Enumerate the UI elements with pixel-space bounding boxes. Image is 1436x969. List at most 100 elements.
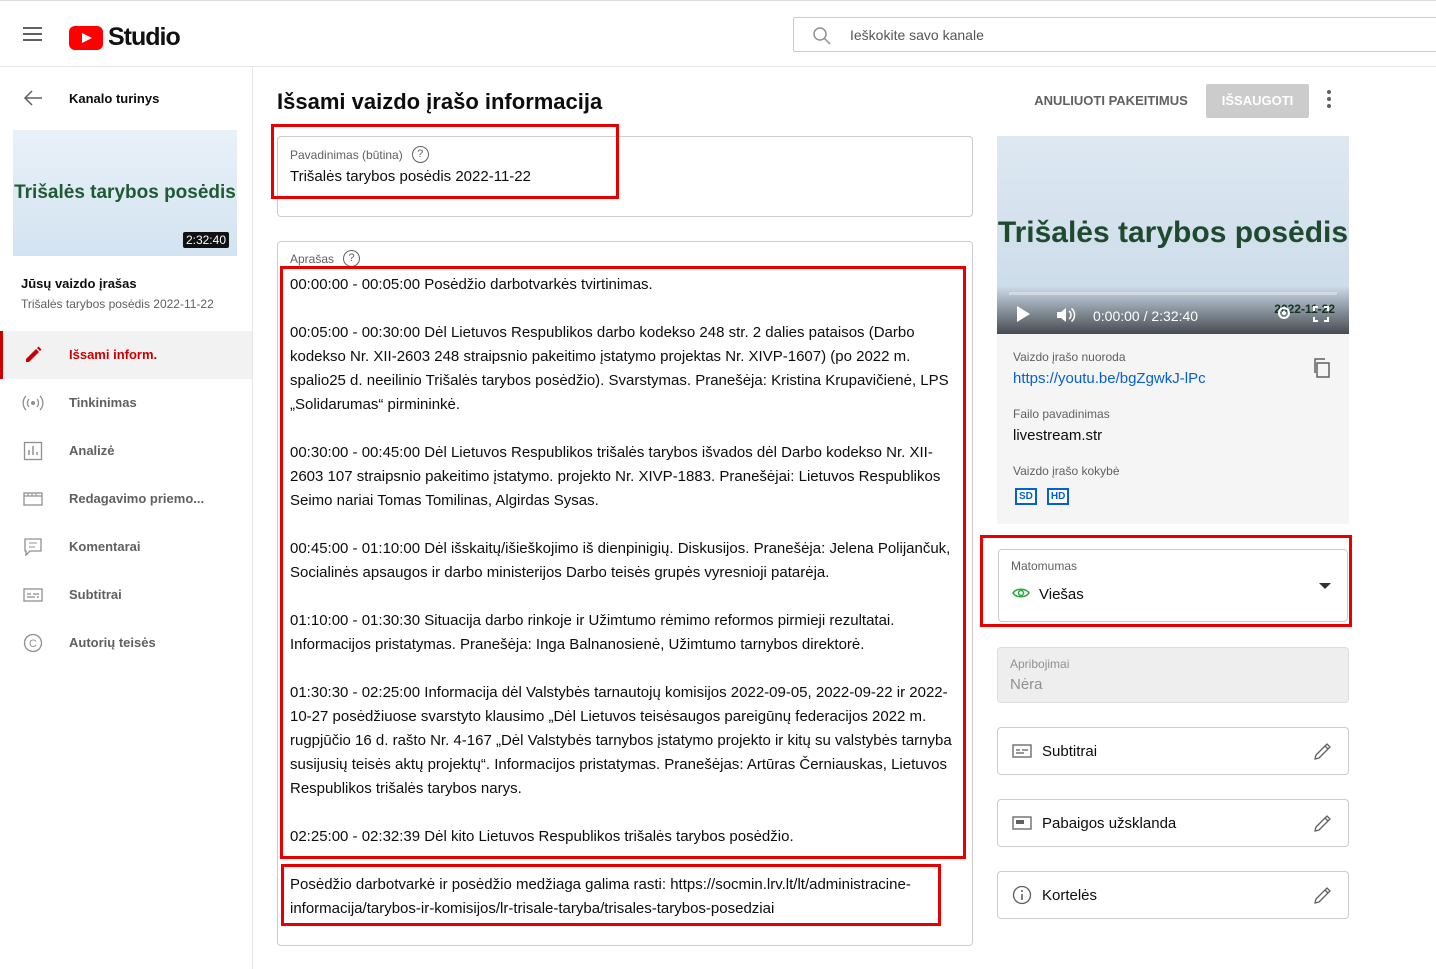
description-field-label: Aprašas ? [290,250,361,267]
sidebar-item-label: Komentarai [69,539,141,554]
edit-pencil-icon[interactable] [1312,884,1334,906]
svg-text:C: C [29,638,37,650]
help-icon[interactable]: ? [411,146,429,163]
pencil-icon [26,346,42,362]
sidebar-nav: Išsami inform. Tinkinimas Analizė Redaga… [0,331,252,667]
info-icon [1012,885,1032,905]
settings-gear-icon[interactable] [1275,304,1293,322]
volume-icon[interactable] [1055,306,1077,324]
sidebar-item-label: Subtitrai [69,587,122,602]
sidebar-item-label: Autorių teisės [69,635,156,650]
description-paragraph: 00:45:00 - 01:10:00 Dėl išskaitų/išieško… [290,540,951,581]
sidebar-item-comments[interactable]: Komentarai [0,523,252,571]
video-player[interactable]: Trišalės tarybos posėdis 2022-11-22 0:00… [997,136,1349,334]
description-paragraph: 01:30:30 - 02:25:00 Informacija dėl Vals… [290,684,952,797]
video-title-overlay: Trišalės tarybos posėdis [997,216,1349,249]
editor-icon [23,492,43,506]
description-textarea[interactable]: 00:00:00 - 00:05:00 Posėdžio darbotvarkė… [290,273,960,921]
analytics-icon [23,441,43,461]
fullscreen-icon[interactable] [1313,306,1329,322]
back-arrow-icon [23,90,42,106]
top-bar: Studio Ieškokite savo kanale [0,0,1436,67]
visibility-label: Matomumas [1011,559,1078,573]
sidebar-item-copyright[interactable]: C Autorių teisės [0,619,252,667]
end-screen-icon [1012,816,1032,830]
visibility-dropdown[interactable]: Matomumas Viešas [998,549,1348,622]
copy-icon[interactable] [1312,358,1330,378]
subtitles-card[interactable]: Subtitrai [997,727,1349,775]
video-preview-panel: Trišalės tarybos posėdis 2022-11-22 0:00… [997,136,1349,524]
search-placeholder: Ieškokite savo kanale [850,27,984,43]
undo-changes-button[interactable]: ANULIUOTI PAKEITIMUS [1025,84,1197,118]
save-button[interactable]: IŠSAUGOTI [1206,84,1309,118]
sidebar-item-editor[interactable]: Redagavimo priemo... [0,475,252,523]
sidebar-item-subtitles[interactable]: Subtitrai [0,571,252,619]
subtitles-card-label: Subtitrai [1042,743,1098,760]
visibility-value: Viešas [1039,586,1084,603]
youtube-logo-icon [69,25,103,50]
description-label-text: Aprašas [290,251,335,266]
restrictions-field: Apribojimai Nėra [997,647,1349,703]
sidebar-item-details[interactable]: Išsami inform. [0,331,252,379]
studio-logo[interactable]: Studio [69,23,181,52]
description-field[interactable]: Aprašas ? 00:00:00 - 00:05:00 Posėdžio d… [277,241,973,946]
description-paragraph: Posėdžio darbotvarkė ir posėdžio medžiag… [290,876,911,917]
restrictions-label: Apribojimai [1010,657,1070,671]
more-options-icon[interactable] [1320,90,1338,112]
sidebar-video-title: Trišalės tarybos posėdis 2022-11-22 [21,297,214,311]
video-thumbnail[interactable]: Trišalės tarybos posėdis 2:32:40 [13,130,237,256]
title-field[interactable]: Pavadinimas (būtina) ? Trišalės tarybos … [277,136,973,217]
copyright-icon: C [23,633,43,653]
search-icon [813,27,831,45]
play-icon[interactable] [1017,306,1030,322]
sidebar-item-customization[interactable]: Tinkinimas [0,379,252,427]
broadcast-icon [22,395,44,411]
video-time: 0:00:00 / 2:32:40 [1093,308,1199,324]
thumbnail-title: Trišalės tarybos posėdis [14,182,236,203]
end-screen-card[interactable]: Pabaigos užsklanda [997,799,1349,847]
sidebar-item-label: Analizė [69,443,115,458]
sidebar-item-label: Tinkinimas [69,395,137,410]
sidebar-item-label: Išsami inform. [69,347,158,362]
hd-badge: HD [1046,488,1070,505]
edit-pencil-icon[interactable] [1312,740,1334,762]
filename-label: Failo pavadinimas [1013,407,1110,421]
edit-pencil-icon[interactable] [1312,812,1334,834]
quality-label: Vaizdo įrašo kokybė [1013,464,1120,478]
sidebar-item-label: Redagavimo priemo... [69,491,205,506]
description-paragraph: 00:00:00 - 00:05:00 Posėdžio darbotvarkė… [290,276,653,293]
comments-icon [24,538,42,557]
video-controls: 0:00:00 / 2:32:40 [997,286,1349,334]
back-to-content[interactable]: Kanalo turinys [0,67,252,129]
title-field-label: Pavadinimas (būtina) ? [290,146,429,163]
cards-card[interactable]: Kortelės [997,871,1349,919]
progress-bar[interactable] [1009,292,1337,295]
video-link[interactable]: https://youtu.be/bgZgwkJ-lPc [1013,370,1206,387]
sd-badge: SD [1015,488,1037,505]
subtitles-icon [1012,744,1032,758]
sidebar: Kanalo turinys Trišalės tarybos posėdis … [0,67,253,969]
cards-card-label: Kortelės [1042,887,1098,904]
page-title: Išsami vaizdo įrašo informacija [277,89,603,114]
logo-text: Studio [108,23,181,51]
sidebar-item-analytics[interactable]: Analizė [0,427,252,475]
eye-icon [1012,588,1030,598]
quality-badges: SD HD [1015,488,1070,505]
title-label-text: Pavadinimas (būtina) [290,147,403,162]
description-paragraph: 00:05:00 - 00:30:00 Dėl Lietuvos Respubl… [290,324,949,413]
search-input[interactable]: Ieškokite savo kanale [793,17,1436,52]
video-link-label: Vaizdo įrašo nuoroda [1013,350,1126,364]
end-screen-card-label: Pabaigos užsklanda [1042,815,1177,832]
restrictions-value: Nėra [1010,676,1043,693]
title-input[interactable]: Trišalės tarybos posėdis 2022-11-22 [290,168,531,185]
menu-icon[interactable] [23,27,42,41]
description-paragraph: 01:10:00 - 01:30:30 Situacija darbo rink… [290,612,895,653]
back-label: Kanalo turinys [69,91,160,106]
thumbnail-duration: 2:32:40 [182,232,229,248]
your-video-label: Jūsų vaizdo įrašas [21,276,137,291]
chevron-down-icon [1319,583,1331,589]
subtitles-icon [23,588,43,602]
description-paragraph: 00:30:00 - 00:45:00 Dėl Lietuvos Respubl… [290,444,941,509]
description-paragraph: 02:25:00 - 02:32:39 Dėl kito Lietuvos Re… [290,828,794,845]
help-icon[interactable]: ? [343,250,361,267]
